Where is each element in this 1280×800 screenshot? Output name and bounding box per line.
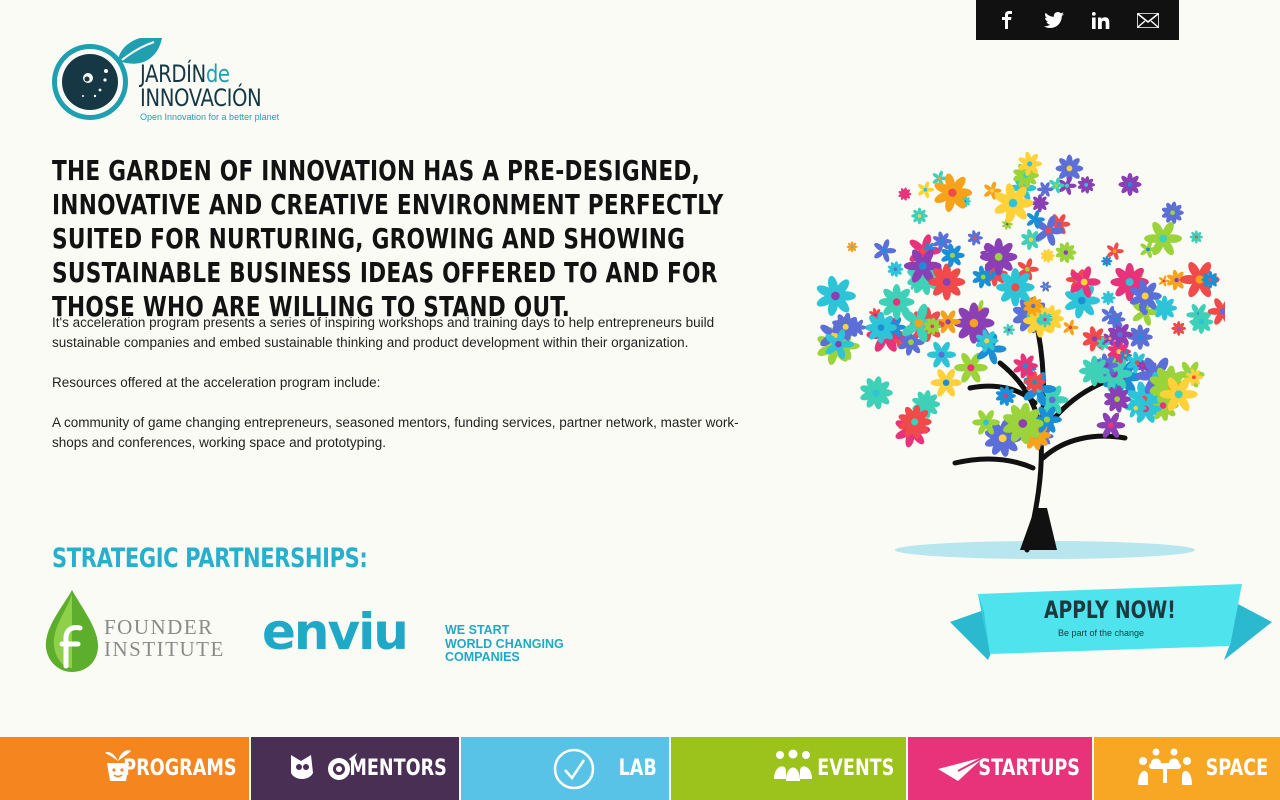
partnerships-heading: Strategic Partnerships:	[52, 543, 368, 574]
blossom	[816, 275, 856, 316]
apply-now-subtitle: Be part of the change	[1058, 628, 1145, 638]
facebook-link[interactable]	[992, 5, 1022, 35]
blossom	[918, 181, 935, 199]
social-bar	[976, 0, 1179, 40]
blossom	[1055, 242, 1077, 264]
twitter-link[interactable]	[1039, 5, 1069, 35]
bottom-nav: PROGRAMS MENTORS LAB EVENTS STARTUPS SPA…	[0, 737, 1280, 800]
founder-institute-logo[interactable]: FOUNDER INSTITUTE	[42, 588, 227, 673]
blossom	[1063, 319, 1079, 336]
brand-logo[interactable]: JARDÍNde INNOVACIÓN Open Innovation for …	[50, 24, 310, 124]
nav-lab-label: LAB	[618, 756, 657, 781]
blossom	[860, 376, 893, 410]
enviu-tag-line-2: WORLD CHANGING	[445, 636, 564, 651]
blossom	[1079, 355, 1110, 387]
blossom	[898, 187, 912, 201]
blossom	[1101, 290, 1116, 306]
linkedin-icon	[1091, 11, 1110, 29]
enviu-tag-line-3: COMPANIES	[445, 650, 520, 664]
blossom	[1171, 320, 1187, 336]
blossom	[928, 263, 966, 301]
founder-institute-wordmark: FOUNDER INSTITUTE	[104, 616, 225, 660]
enviu-tag-line-1: WE START	[445, 623, 510, 637]
nav-mentors[interactable]: MENTORS	[251, 737, 461, 800]
blossom	[1201, 270, 1220, 289]
table-people-icon	[1138, 748, 1192, 785]
nav-startups[interactable]: STARTUPS	[908, 737, 1094, 800]
nav-mentors-label: MENTORS	[349, 756, 447, 781]
blossom	[1101, 255, 1113, 267]
logo-tagline: Open Innovation for a better planet	[140, 112, 280, 122]
blossom	[1030, 194, 1049, 213]
nav-events[interactable]: EVENTS	[671, 737, 908, 800]
blossom	[874, 239, 897, 263]
enviu-logo[interactable]: enviu WE START WORLD CHANGING COMPANIES	[262, 603, 582, 668]
nav-startups-label: STARTUPS	[978, 756, 1080, 781]
intro-paragraph-1: It's acceleration program presents a ser…	[52, 315, 715, 350]
blossom	[846, 241, 858, 253]
blossom	[996, 268, 1035, 307]
blossom	[1003, 323, 1016, 336]
blossom	[930, 368, 962, 397]
nav-lab[interactable]: LAB	[461, 737, 671, 800]
nav-space-label: SPACE	[1205, 756, 1268, 781]
blossom	[887, 261, 904, 278]
nav-events-label: EVENTS	[816, 756, 894, 781]
enviu-tagline: WE START WORLD CHANGING COMPANIES	[445, 623, 564, 665]
blossom	[1189, 230, 1203, 244]
blossom	[1077, 176, 1096, 194]
blossom	[865, 311, 897, 344]
fi-line-1: FOUNDER	[104, 615, 214, 639]
nav-programs-label: PROGRAMS	[123, 756, 237, 781]
leaf-f-icon	[45, 590, 98, 672]
blossom	[1161, 201, 1184, 224]
intro-paragraph-2: Resources offered at the acceleration pr…	[52, 375, 381, 390]
intro-text: It's acceleration program presents a ser…	[52, 313, 762, 473]
paper-plane-icon	[938, 757, 984, 781]
apply-now-label: APPLY NOW!	[1044, 596, 1176, 624]
blossom	[967, 230, 983, 246]
nav-space[interactable]: SPACE	[1094, 737, 1280, 800]
blossom	[1023, 370, 1046, 394]
facebook-icon	[1002, 11, 1013, 29]
linkedin-link[interactable]	[1086, 5, 1116, 35]
mail-icon	[1136, 12, 1159, 28]
page-headline: The Garden of Innovation has a pre-desig…	[52, 154, 724, 323]
blossom	[911, 207, 928, 225]
blossom	[926, 341, 957, 368]
logo-wordmark-bottom: INNOVACIÓN	[140, 84, 262, 112]
blossom	[1140, 240, 1158, 259]
blossom	[1118, 172, 1142, 197]
intro-paragraph-3: A community of game changing entrepreneu…	[52, 415, 739, 450]
blossom	[1127, 324, 1153, 350]
blossom	[1040, 248, 1055, 263]
check-circle-icon	[553, 748, 595, 790]
nav-programs[interactable]: PROGRAMS	[0, 737, 251, 800]
blossom	[979, 238, 1018, 276]
flower-tree-illustration	[816, 151, 1225, 559]
enviu-wordmark: enviu	[262, 603, 409, 661]
people-icon	[774, 749, 812, 781]
fi-line-2: INSTITUTE	[104, 637, 225, 661]
blossom	[1039, 281, 1052, 292]
apply-now-button[interactable]: APPLY NOW! Be part of the change	[948, 582, 1274, 662]
email-link[interactable]	[1133, 5, 1163, 35]
blossom	[1037, 311, 1053, 328]
twitter-icon	[1044, 11, 1065, 28]
